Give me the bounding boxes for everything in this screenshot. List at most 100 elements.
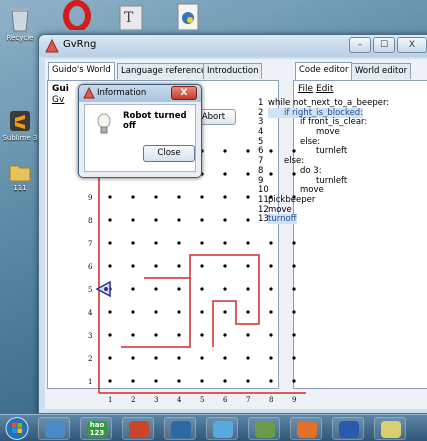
taskbar-button[interactable]: hao 123 bbox=[80, 417, 112, 440]
corner-dot bbox=[200, 287, 204, 291]
corner-dot bbox=[246, 356, 250, 360]
corner-dot bbox=[154, 287, 158, 291]
corner-dot bbox=[154, 195, 158, 199]
corner-dot bbox=[223, 287, 227, 291]
corner-dot bbox=[177, 264, 181, 268]
corner-dot bbox=[200, 333, 204, 337]
corner-dot bbox=[246, 264, 250, 268]
corner-dot bbox=[154, 218, 158, 222]
corner-dot bbox=[131, 310, 135, 314]
corner-dot bbox=[200, 264, 204, 268]
dialog-message: Robot turned off bbox=[123, 111, 187, 131]
code-text: move bbox=[316, 127, 340, 138]
taskbar-button[interactable] bbox=[38, 417, 70, 440]
corner-dot bbox=[246, 310, 250, 314]
corner-dot bbox=[108, 356, 112, 360]
corner-dot bbox=[108, 379, 112, 383]
corner-dot bbox=[292, 356, 296, 360]
corner-dot bbox=[131, 218, 135, 222]
taskbar-button[interactable] bbox=[122, 417, 154, 440]
corner-dot bbox=[269, 310, 273, 314]
corner-dot bbox=[177, 379, 181, 383]
corner-dot bbox=[269, 287, 273, 291]
corner-dot bbox=[108, 264, 112, 268]
corner-dot bbox=[223, 264, 227, 268]
corner-dot bbox=[177, 218, 181, 222]
corner-dot bbox=[223, 195, 227, 199]
corner-dot bbox=[223, 172, 227, 176]
taskbar-button[interactable] bbox=[374, 417, 406, 440]
y-axis-label: 9 bbox=[88, 194, 92, 202]
corner-dot bbox=[177, 195, 181, 199]
corner-dot bbox=[154, 310, 158, 314]
corner-dot bbox=[223, 379, 227, 383]
y-axis-label: 7 bbox=[88, 240, 92, 248]
dialog-title-bar[interactable]: Information X bbox=[79, 85, 201, 102]
code-line[interactable]: 13turnoff bbox=[258, 214, 389, 225]
media-icon bbox=[129, 421, 149, 438]
firefox-icon bbox=[297, 421, 317, 438]
taskbar-button[interactable] bbox=[164, 417, 196, 440]
x-axis-label: 1 bbox=[108, 396, 112, 404]
information-dialog: Information X Robot turned off Close bbox=[78, 84, 202, 178]
corner-dot bbox=[246, 333, 250, 337]
corner-dot bbox=[269, 333, 273, 337]
dialog-title: Information bbox=[97, 88, 147, 98]
start-orb-icon[interactable] bbox=[4, 416, 30, 441]
code-text: turnleft bbox=[316, 175, 348, 186]
corner-dot bbox=[177, 310, 181, 314]
taskbar-button[interactable] bbox=[332, 417, 364, 440]
corner-dot bbox=[246, 172, 250, 176]
y-axis-label: 5 bbox=[88, 286, 92, 294]
corner-dot bbox=[223, 356, 227, 360]
code-text: else: bbox=[284, 156, 305, 167]
corner-dot bbox=[177, 287, 181, 291]
dialog-close-x[interactable]: X bbox=[171, 86, 197, 100]
taskbar-button[interactable] bbox=[290, 417, 322, 440]
corner-dot bbox=[177, 356, 181, 360]
dialog-close-button[interactable]: Close bbox=[143, 145, 195, 162]
taskbar-button[interactable] bbox=[206, 417, 238, 440]
corner-dot bbox=[223, 149, 227, 153]
code-text: move bbox=[300, 185, 324, 196]
corner-dot bbox=[246, 287, 250, 291]
corner-dot bbox=[223, 310, 227, 314]
code-text: do 3: bbox=[300, 165, 322, 176]
code-text: if front_is_clear: bbox=[300, 117, 368, 128]
ie-icon bbox=[213, 421, 233, 438]
notepad-icon bbox=[381, 421, 401, 438]
line-number: 13 bbox=[258, 214, 269, 225]
app-icon bbox=[83, 87, 95, 99]
corner-dot bbox=[154, 333, 158, 337]
python-icon bbox=[255, 421, 275, 438]
corner-dot bbox=[177, 333, 181, 337]
corner-dot bbox=[154, 356, 158, 360]
y-axis-label: 4 bbox=[88, 309, 93, 317]
corner-dot bbox=[108, 310, 112, 314]
code-text: turnoff bbox=[268, 214, 297, 225]
corner-dot bbox=[131, 356, 135, 360]
taskbar-button[interactable] bbox=[248, 417, 280, 440]
robot-eye bbox=[104, 287, 108, 291]
hao123-icon: hao 123 bbox=[87, 421, 107, 438]
corner-dot bbox=[246, 379, 250, 383]
corner-dot bbox=[200, 241, 204, 245]
corner-dot bbox=[200, 310, 204, 314]
x-axis-label: 2 bbox=[131, 396, 135, 404]
corner-dot bbox=[108, 333, 112, 337]
y-axis-label: 8 bbox=[88, 217, 92, 225]
corner-dot bbox=[292, 241, 296, 245]
corner-dot bbox=[246, 149, 250, 153]
code-text: pickbeeper bbox=[268, 194, 316, 205]
corner-dot bbox=[200, 356, 204, 360]
lightbulb-icon bbox=[97, 113, 111, 134]
corner-dot bbox=[246, 241, 250, 245]
corner-dot bbox=[246, 195, 250, 199]
corner-dot bbox=[200, 195, 204, 199]
corner-dot bbox=[269, 264, 273, 268]
corner-dot bbox=[131, 379, 135, 383]
x-axis-label: 6 bbox=[223, 396, 228, 404]
corner-dot bbox=[108, 218, 112, 222]
corner-dot bbox=[292, 287, 296, 291]
corner-dot bbox=[131, 287, 135, 291]
